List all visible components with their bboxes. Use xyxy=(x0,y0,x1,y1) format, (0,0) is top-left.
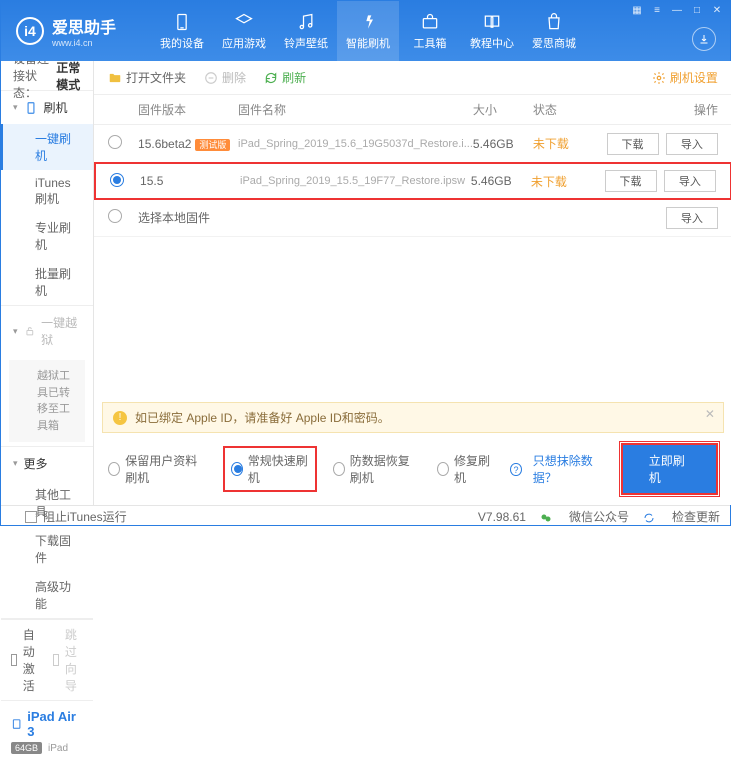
erase-only-link[interactable]: 只想抹除数据？ xyxy=(533,452,605,486)
auto-activate-checkbox[interactable] xyxy=(11,654,17,666)
mode-normal-flash[interactable]: 常规快速刷机 xyxy=(223,446,317,492)
win-menu-icon[interactable]: ▦ xyxy=(630,5,644,19)
check-update-link[interactable]: 检查更新 xyxy=(643,508,720,525)
nav-ringtones[interactable]: 铃声壁纸 xyxy=(275,1,337,61)
sidebar-item-pro-flash[interactable]: 专业刷机 xyxy=(1,213,93,259)
open-folder-button[interactable]: 打开文件夹 xyxy=(108,69,186,86)
mode-keep-data[interactable]: 保留用户资料刷机 xyxy=(108,452,207,486)
sidebar-item-download-fw[interactable]: 下载固件 xyxy=(1,526,93,572)
download-button[interactable]: 下载 xyxy=(607,133,659,155)
select-radio[interactable] xyxy=(108,209,122,223)
block-itunes-checkbox[interactable] xyxy=(25,511,37,523)
nav-store[interactable]: 爱思商城 xyxy=(523,1,585,61)
firmware-row[interactable]: 15.6beta2测试版 iPad_Spring_2019_15.6_19G50… xyxy=(94,125,731,163)
flash-now-button[interactable]: 立即刷机 xyxy=(621,443,718,495)
local-firmware-row[interactable]: 选择本地固件 导入 xyxy=(94,199,731,237)
jailbreak-moved-note: 越狱工具已转移至工具箱 xyxy=(9,360,85,442)
nav-flash[interactable]: 智能刷机 xyxy=(337,1,399,61)
gear-icon xyxy=(652,71,666,85)
sidebar-item-advanced[interactable]: 高级功能 xyxy=(1,572,93,618)
select-radio[interactable] xyxy=(110,173,124,187)
appleid-warning: ! 如已绑定 Apple ID，请准备好 Apple ID和密码。 ✕ xyxy=(102,402,724,433)
close-icon[interactable]: ✕ xyxy=(710,5,724,19)
import-button[interactable]: 导入 xyxy=(664,170,716,192)
firmware-row[interactable]: 15.5 iPad_Spring_2019_15.5_19F77_Restore… xyxy=(94,162,731,200)
win-lines-icon[interactable]: ≡ xyxy=(650,5,664,19)
download-button[interactable]: 下载 xyxy=(605,170,657,192)
wechat-link[interactable]: 微信公众号 xyxy=(540,508,629,525)
firmware-table-header: 固件版本 固件名称 大小 状态 操作 xyxy=(94,95,731,125)
refresh-button[interactable]: 刷新 xyxy=(264,69,306,86)
sidebar-item-itunes-flash[interactable]: iTunes刷机 xyxy=(1,170,93,213)
connection-status: 设备连接状态：正常模式 xyxy=(1,61,93,91)
select-radio[interactable] xyxy=(108,135,122,149)
sidebar-group-jailbreak[interactable]: ▾ 一键越狱 xyxy=(1,306,93,356)
delete-button[interactable]: 删除 xyxy=(204,69,246,86)
mode-anti-recovery[interactable]: 防数据恢复刷机 xyxy=(333,452,421,486)
maximize-icon[interactable]: □ xyxy=(690,5,704,19)
version-label: V7.98.61 xyxy=(478,510,526,524)
nav-my-device[interactable]: 我的设备 xyxy=(151,1,213,61)
nav-toolbox[interactable]: 工具箱 xyxy=(399,1,461,61)
device-panel[interactable]: iPad Air 3 64GB iPad xyxy=(1,700,93,762)
block-itunes-label: 阻止iTunes运行 xyxy=(43,508,127,525)
sidebar-group-flash[interactable]: ▾ 刷机 xyxy=(1,91,93,124)
storage-badge: 64GB xyxy=(11,742,42,754)
sidebar-item-batch-flash[interactable]: 批量刷机 xyxy=(1,259,93,305)
sidebar-item-oneclick-flash[interactable]: 一键刷机 xyxy=(1,124,93,170)
nav-apps[interactable]: 应用游戏 xyxy=(213,1,275,61)
auto-activate-label: 自动激活 xyxy=(23,626,41,694)
tablet-icon xyxy=(11,718,22,730)
close-alert-icon[interactable]: ✕ xyxy=(705,407,715,421)
skip-guide-label: 跳过向导 xyxy=(65,626,83,694)
flash-settings-button[interactable]: 刷机设置 xyxy=(652,69,718,86)
mode-repair[interactable]: 修复刷机 xyxy=(437,452,494,486)
warning-icon: ! xyxy=(113,411,127,425)
app-logo: i4 爱思助手 www.i4.cn xyxy=(1,14,151,48)
nav-tutorials[interactable]: 教程中心 xyxy=(461,1,523,61)
download-manager-icon[interactable] xyxy=(692,27,716,51)
minimize-icon[interactable]: — xyxy=(670,5,684,19)
import-button[interactable]: 导入 xyxy=(666,207,718,229)
beta-tag: 测试版 xyxy=(195,139,230,151)
help-icon[interactable]: ? xyxy=(510,463,521,476)
sidebar-group-more[interactable]: ▾ 更多 xyxy=(1,447,93,480)
import-button[interactable]: 导入 xyxy=(666,133,718,155)
skip-guide-checkbox[interactable] xyxy=(53,654,59,666)
